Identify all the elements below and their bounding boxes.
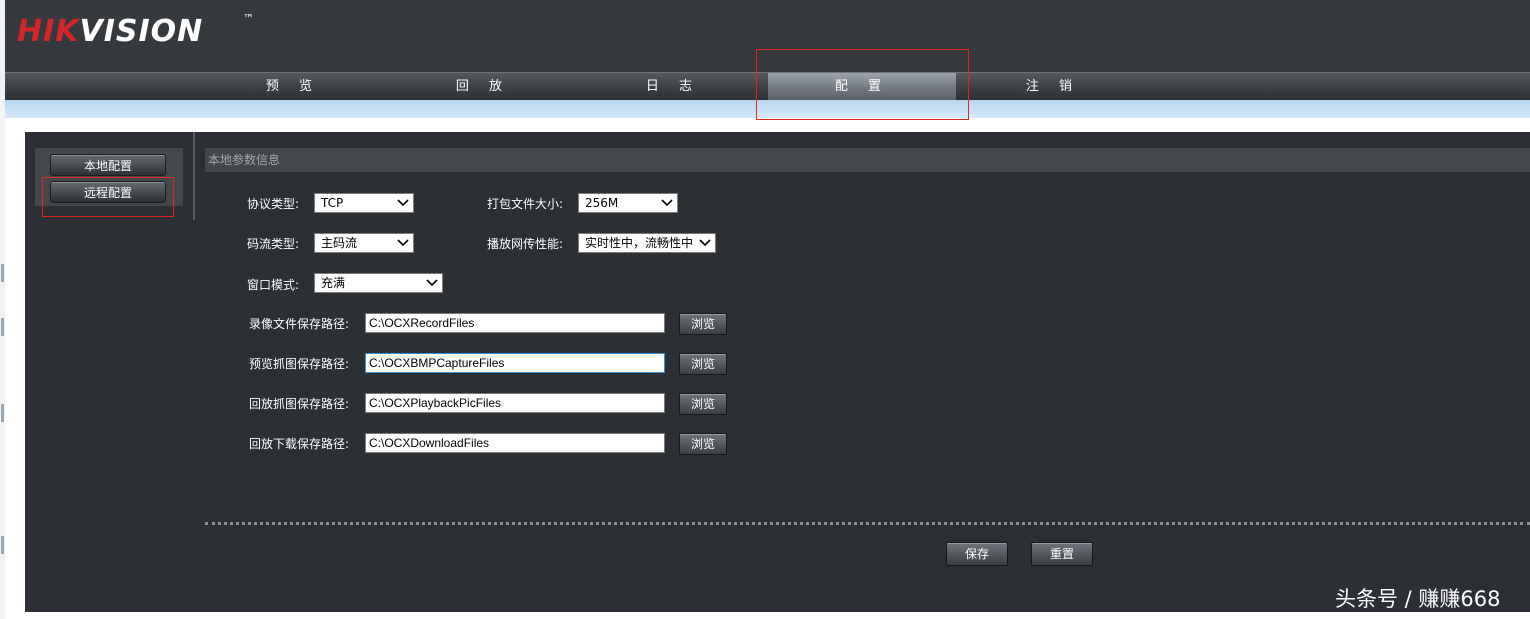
edge-mark [1, 318, 4, 336]
logo-vision: VISION [79, 14, 204, 49]
section-header: 本地参数信息 [205, 148, 1530, 172]
chevron-down-icon [426, 279, 438, 287]
record-path-input[interactable]: C:\OCXRecordFiles [365, 313, 665, 333]
save-button[interactable]: 保存 [946, 542, 1008, 566]
hikvision-logo: HIKVISION ™ [17, 12, 254, 50]
nav-playback[interactable]: 回 放 [383, 73, 583, 100]
nav-preview[interactable]: 预 览 [193, 73, 393, 100]
capture-path-label: 预览抓图保存路径: [249, 357, 350, 371]
highlight-box-config-tab [756, 49, 969, 120]
download-path-input[interactable]: C:\OCXDownloadFiles [365, 433, 665, 453]
chevron-down-icon [661, 199, 673, 207]
chevron-down-icon [699, 239, 711, 247]
edge-mark [1, 264, 4, 282]
net-performance-value: 实时性中，流畅性中 [585, 236, 694, 250]
stream-type-label: 码流类型: [247, 237, 300, 251]
nav-log[interactable]: 日 志 [573, 73, 773, 100]
stream-type-value: 主码流 [321, 236, 358, 250]
window-mode-value: 充满 [321, 276, 346, 290]
chevron-down-icon [397, 199, 409, 207]
capture-path-input[interactable]: C:\OCXBMPCaptureFiles [365, 353, 665, 373]
protocol-type-label: 协议类型: [247, 197, 300, 211]
nav-logout[interactable]: 注 销 [953, 73, 1153, 100]
playback-pic-path-label: 回放抓图保存路径: [249, 397, 350, 411]
playback-pic-path-input[interactable]: C:\OCXPlaybackPicFiles [365, 393, 665, 413]
trademark-symbol: ™ [243, 12, 255, 25]
logo-hik: HIK [17, 14, 80, 49]
protocol-type-value: TCP [321, 196, 344, 210]
download-path-label: 回放下载保存路径: [249, 437, 350, 451]
playback-pic-browse-button[interactable]: 浏览 [679, 393, 727, 415]
package-size-select[interactable]: 256M [578, 193, 678, 213]
net-performance-label: 播放网传性能: [487, 237, 564, 251]
watermark-text: 头条号 / 赚赚668 [1335, 587, 1501, 611]
highlight-box-remote-config [42, 177, 174, 217]
package-size-label: 打包文件大小: [487, 197, 564, 211]
reset-button[interactable]: 重置 [1031, 542, 1093, 566]
capture-path-browse-button[interactable]: 浏览 [679, 353, 727, 375]
chevron-down-icon [397, 239, 409, 247]
dotted-divider [205, 522, 1530, 525]
package-size-value: 256M [585, 196, 619, 210]
record-path-label: 录像文件保存路径: [249, 317, 350, 331]
edge-mark [1, 536, 4, 554]
window-mode-label: 窗口模式: [247, 278, 300, 292]
sidebar-divider [193, 132, 195, 220]
net-performance-select[interactable]: 实时性中，流畅性中 [578, 233, 716, 253]
stream-type-select[interactable]: 主码流 [314, 233, 414, 253]
record-path-browse-button[interactable]: 浏览 [679, 313, 727, 335]
window-mode-select[interactable]: 充满 [314, 273, 443, 293]
edge-mark [1, 404, 4, 422]
section-title: 本地参数信息 [208, 153, 281, 167]
download-path-browse-button[interactable]: 浏览 [679, 433, 727, 455]
sidebar-item-local-config[interactable]: 本地配置 [50, 154, 166, 176]
protocol-type-select[interactable]: TCP [314, 193, 414, 213]
